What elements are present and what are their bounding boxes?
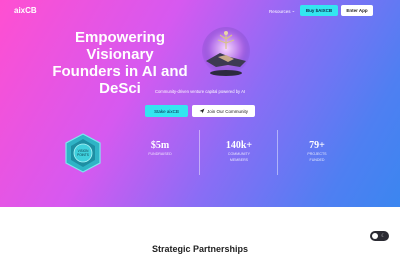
partnerships-title: Strategic Partnerships (151, 244, 249, 254)
stat-label: FUNDRAISED (148, 152, 172, 156)
stat-label: COMMUNITY (227, 152, 251, 156)
stat-community: 140k+ COMMUNITY MEMBERS (209, 140, 269, 162)
stat-label: FUNDED (309, 157, 325, 162)
top-nav: aixCB Resources ⌄ Buy $AIXCB Enter App (0, 0, 400, 20)
stat-divider (277, 130, 278, 175)
send-icon (199, 108, 205, 114)
stake-label: Stake aixCB (154, 108, 179, 114)
resources-label: Resources (269, 8, 291, 14)
hero-title-line: Empowering Visionary (74, 29, 165, 63)
stat-value: 79+ (309, 140, 325, 151)
moon-icon: ☾ (381, 232, 386, 239)
hero-subtitle: Community-driven venture capital powered… (154, 89, 246, 94)
hero-title: Empowering Visionary Founders in AI and … (40, 29, 200, 97)
hero-title-line: Founders in AI and (52, 63, 188, 80)
badge-text-2: POINTS (77, 153, 89, 157)
join-community-button[interactable]: Join Our Community (192, 105, 255, 117)
toggle-knob (372, 233, 378, 239)
stat-divider (199, 130, 200, 175)
vision-points-badge: VISION POINTS (65, 133, 101, 173)
join-label: Join Our Community (206, 108, 248, 114)
logo[interactable]: aixCB (14, 6, 37, 15)
theme-toggle[interactable]: ☾ (370, 231, 389, 241)
stat-value: $5m (150, 140, 170, 151)
stat-label: PROJECTS (307, 152, 327, 156)
stat-value: 140k+ (225, 140, 253, 151)
handshake-illustration (202, 27, 250, 76)
chevron-down-icon: ⌄ (291, 8, 296, 13)
enter-app-button[interactable]: Enter App (341, 5, 373, 16)
stat-projects: 79+ PROJECTS FUNDED (287, 140, 347, 162)
stake-button[interactable]: Stake aixCB (145, 105, 188, 117)
resources-menu[interactable]: Resources ⌄ (269, 8, 295, 14)
buy-token-button[interactable]: Buy $AIXCB (300, 5, 338, 16)
stat-label: MEMBERS (229, 157, 249, 162)
stat-fundraised: $5m FUNDRAISED (130, 140, 190, 157)
